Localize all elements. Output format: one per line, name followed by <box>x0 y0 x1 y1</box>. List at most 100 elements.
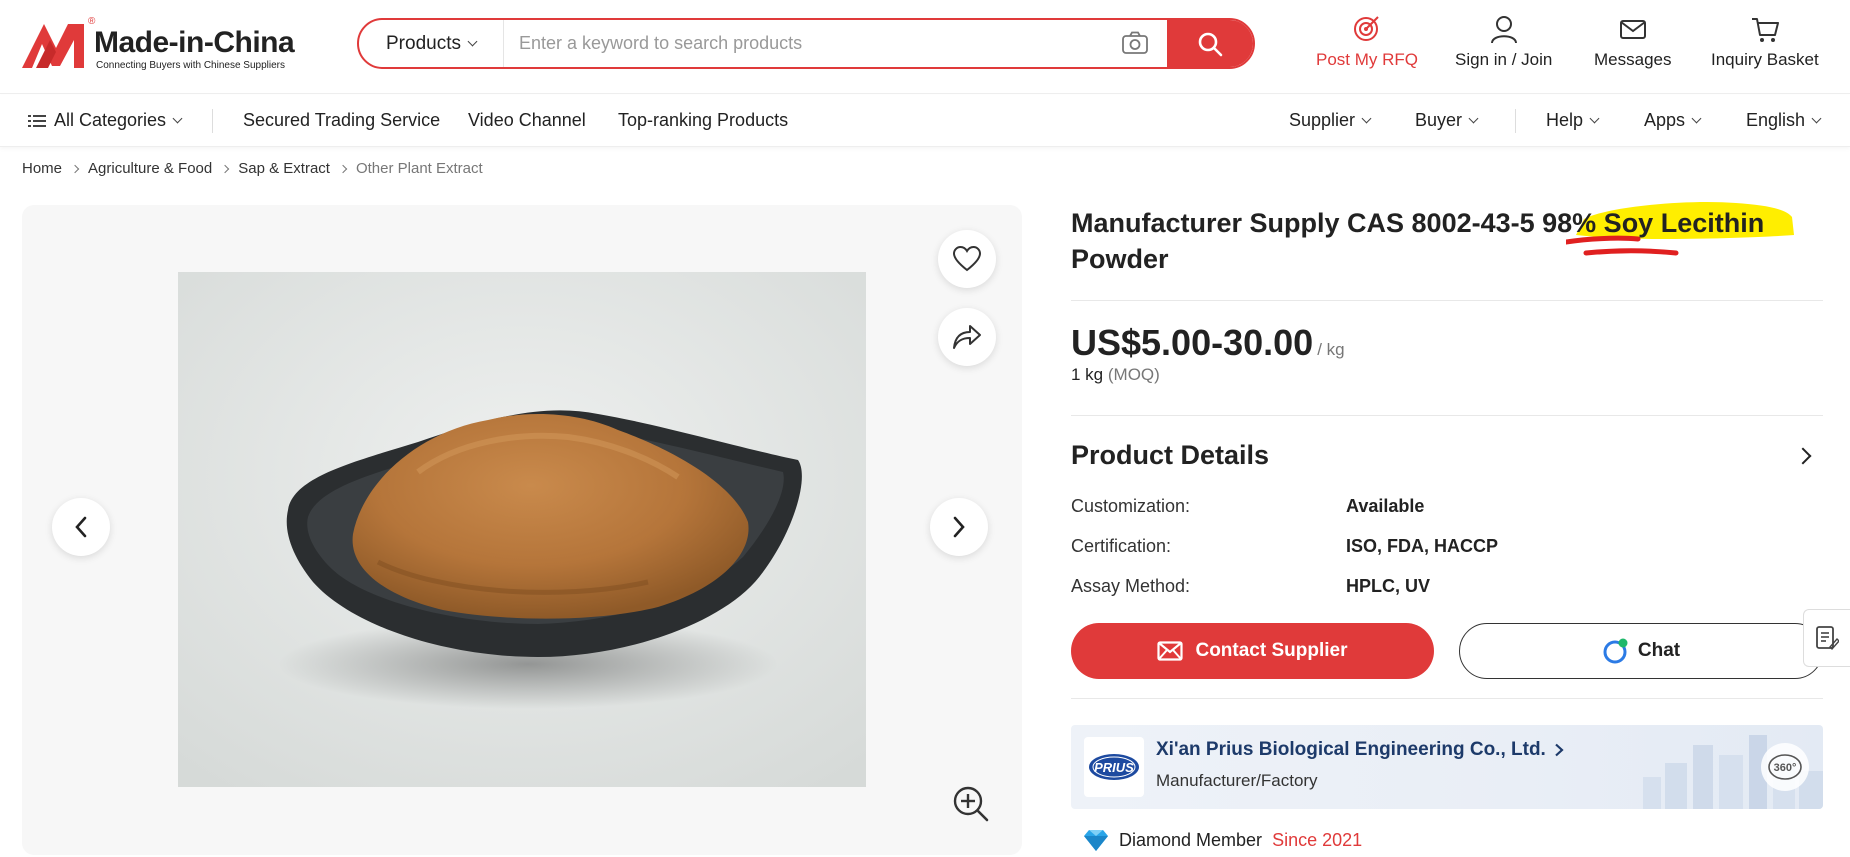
side-notes-tab[interactable] <box>1803 609 1850 667</box>
price-range: US$5.00-30.00/ kg <box>1071 322 1345 364</box>
contact-supplier-button[interactable]: Contact Supplier <box>1071 623 1434 679</box>
nav-divider <box>1515 109 1516 133</box>
spec-key: Certification: <box>1071 536 1172 556</box>
cart-icon <box>1751 18 1779 42</box>
product-title-line2: Powder <box>1071 244 1169 274</box>
sign-in-label: Sign in / Join <box>1455 50 1553 69</box>
nav-link-top-ranking[interactable]: Top-ranking Products <box>618 110 788 131</box>
chat-button[interactable]: Chat <box>1459 623 1823 679</box>
menu-list-icon <box>28 114 46 127</box>
chevron-down-icon <box>1361 113 1372 124</box>
post-rfq-label: Post My RFQ <box>1316 50 1419 69</box>
chevron-right-icon <box>70 164 80 173</box>
supplier-logo-image: PRIUS <box>1089 754 1139 780</box>
nav-apps-menu[interactable]: Apps <box>1644 110 1702 131</box>
mail-icon <box>1619 20 1646 39</box>
supplier-card[interactable]: PRIUS Xi'an Prius Biological Engineering… <box>1071 725 1823 809</box>
user-icon <box>1490 16 1517 44</box>
breadcrumb-home[interactable]: Home <box>22 160 62 177</box>
chevron-right-icon <box>1555 743 1564 757</box>
rfq-target-icon <box>1354 16 1379 41</box>
nav-divider <box>212 109 213 133</box>
chevron-right-icon <box>221 164 230 173</box>
chevron-down-icon <box>1589 113 1600 124</box>
supplier-name-link[interactable]: Xi'an Prius Biological Engineering Co., … <box>1156 739 1564 761</box>
section-divider <box>1071 415 1823 416</box>
search-button[interactable] <box>1167 20 1253 67</box>
nav-supplier-menu[interactable]: Supplier <box>1289 110 1372 131</box>
price-unit: / kg <box>1317 340 1345 359</box>
camera-icon[interactable] <box>1121 31 1149 55</box>
nav-buyer-menu[interactable]: Buyer <box>1415 110 1479 131</box>
vr-tour-button[interactable]: 360° <box>1761 743 1809 791</box>
spec-key: Assay Method: <box>1071 576 1191 596</box>
all-categories-label: All Categories <box>54 110 167 130</box>
membership-badge: Diamond Member Since 2021 <box>1083 828 1362 852</box>
all-categories-menu[interactable]: All Categories <box>28 110 183 131</box>
chevron-down-icon <box>1691 113 1702 124</box>
moq: 1 kg (MOQ) <box>1071 365 1160 385</box>
chat-label: Chat <box>1637 640 1681 661</box>
logo-tagline: Connecting Buyers with Chinese Suppliers <box>96 60 285 71</box>
previous-image-button[interactable] <box>52 498 110 556</box>
top-header: ® Made-in-China Connecting Buyers with C… <box>0 0 1850 94</box>
product-photo[interactable] <box>178 272 866 787</box>
next-image-button[interactable] <box>930 498 988 556</box>
nav-buyer-label: Buyer <box>1415 110 1463 130</box>
chevron-down-icon <box>1811 113 1822 124</box>
supplier-name: Xi'an Prius Biological Engineering Co., … <box>1156 739 1546 760</box>
zoom-in-icon[interactable] <box>950 783 990 823</box>
search-input[interactable] <box>519 20 1159 67</box>
vr-360-label: 360° <box>1774 762 1797 774</box>
membership-since: Since 2021 <box>1272 829 1363 850</box>
messages-link[interactable]: Messages <box>1594 14 1671 70</box>
product-details-heading[interactable]: Product Details <box>1071 440 1269 471</box>
logo-mark-icon <box>22 24 84 68</box>
logo-brand-text: Made-in-China <box>94 26 295 59</box>
post-rfq-link[interactable]: Post My RFQ <box>1316 14 1418 70</box>
supplier-type: Manufacturer/Factory <box>1156 771 1318 790</box>
notes-icon <box>1816 626 1839 651</box>
breadcrumb-sap-extract[interactable]: Sap & Extract <box>238 160 330 177</box>
breadcrumb-agriculture-food[interactable]: Agriculture & Food <box>88 160 212 177</box>
site-logo[interactable]: ® Made-in-China Connecting Buyers with C… <box>22 16 302 72</box>
search-bar: Products <box>357 18 1255 69</box>
inquiry-basket-link[interactable]: Inquiry Basket <box>1711 14 1819 70</box>
chevron-right-icon[interactable] <box>1794 447 1812 465</box>
chevron-down-icon <box>172 113 183 124</box>
chevron-left-icon <box>75 516 87 538</box>
membership-level: Diamond Member <box>1119 829 1263 850</box>
product-info: Manufacturer Supply CAS 8002-43-5 98% So… <box>1071 201 1823 277</box>
messages-label: Messages <box>1594 50 1672 69</box>
main-nav: All Categories Secured Trading Service V… <box>0 95 1850 147</box>
product-title-line1: Manufacturer Supply CAS 8002-43-5 98% So… <box>1071 208 1765 238</box>
spec-value: ISO, FDA, HACCP <box>1346 536 1499 556</box>
search-category-select[interactable]: Products <box>359 20 504 67</box>
chevron-down-icon <box>467 36 478 47</box>
breadcrumb-other-plant-extract[interactable]: Other Plant Extract <box>356 160 483 177</box>
nav-supplier-label: Supplier <box>1289 110 1356 130</box>
favorite-button[interactable] <box>938 230 996 288</box>
envelope-icon <box>1157 641 1184 661</box>
heart-icon <box>953 246 981 272</box>
product-title: Manufacturer Supply CAS 8002-43-5 98% So… <box>1071 201 1823 277</box>
spec-key: Customization: <box>1071 496 1191 516</box>
product-image <box>178 272 866 787</box>
nav-link-secured-trading[interactable]: Secured Trading Service <box>243 110 440 131</box>
share-button[interactable] <box>938 308 996 366</box>
vr-360-icon: 360° <box>1768 754 1802 780</box>
nav-help-menu[interactable]: Help <box>1546 110 1600 131</box>
nav-apps-label: Apps <box>1644 110 1686 130</box>
nav-language-menu[interactable]: English <box>1746 110 1822 131</box>
chat-bubble-icon <box>1603 638 1628 664</box>
moq-quantity: 1 kg <box>1071 365 1104 384</box>
search-icon <box>1198 32 1223 56</box>
spec-value: HPLC, UV <box>1346 576 1431 596</box>
nav-language-label: English <box>1746 110 1806 130</box>
section-divider <box>1071 698 1823 699</box>
breadcrumb: Home Agriculture & Food Sap & Extract Ot… <box>22 160 483 177</box>
nav-link-video-channel[interactable]: Video Channel <box>468 110 586 131</box>
product-gallery <box>22 205 1022 855</box>
chevron-right-icon <box>953 516 965 538</box>
sign-in-link[interactable]: Sign in / Join <box>1455 14 1552 70</box>
